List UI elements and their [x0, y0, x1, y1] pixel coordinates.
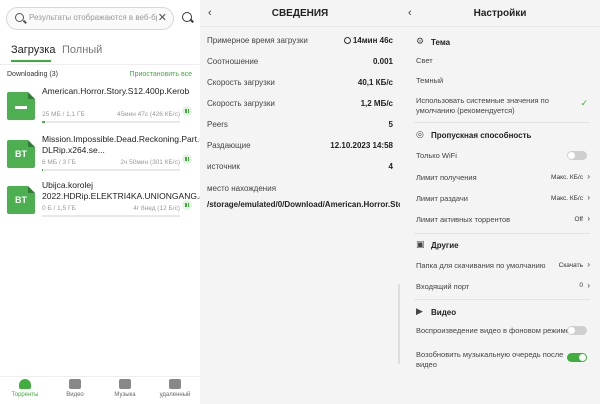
search-icon — [15, 13, 24, 22]
section-theme-title: Тема — [431, 38, 451, 47]
receive-limit-value[interactable]: Макс. КБ/с — [551, 174, 583, 181]
clock-icon — [343, 37, 351, 44]
details-panel: ‹ СВЕДЕНИЯ Примерное время загрузки 14ми… — [200, 0, 400, 404]
remote-icon — [169, 379, 181, 389]
divider — [414, 122, 590, 123]
torrent-rate: 4г 8нед (12 Б/с) — [133, 205, 180, 212]
torrent-size: 6 МБ / 3 ГБ — [42, 159, 76, 166]
chevron-right-icon[interactable]: › — [587, 214, 590, 223]
download-folder-label[interactable]: Папка для скачивания по умолчанию — [416, 261, 545, 270]
page-title: Настройки — [473, 8, 527, 19]
progress-fill — [42, 121, 45, 123]
chevron-right-icon[interactable]: › — [587, 193, 590, 202]
bandwidth-icon: ◎ — [416, 129, 424, 139]
search-field[interactable]: Результаты отображаются в веб-браузере ✕ — [6, 7, 174, 30]
active-tab-indicator — [11, 60, 51, 62]
nav-video[interactable]: Видео — [50, 379, 100, 398]
pause-icon[interactable] — [182, 154, 192, 164]
incoming-port-label[interactable]: Входящий порт — [416, 282, 469, 291]
torrent-name: Mission.Impossible.Dead.Reckoning.Part.O… — [42, 134, 200, 155]
detail-row: Соотношение 0.001 — [207, 57, 393, 66]
upload-limit-value[interactable]: Макс. КБ/с — [551, 195, 583, 202]
chevron-right-icon[interactable]: › — [587, 172, 590, 181]
background-video-toggle[interactable] — [567, 326, 587, 335]
progress-bar — [42, 215, 180, 217]
tab-complete[interactable]: Полный — [62, 44, 102, 56]
gear-icon: ⚙ — [416, 36, 425, 46]
receive-limit-label[interactable]: Лимит получения — [416, 173, 477, 182]
pause-icon[interactable] — [182, 200, 192, 210]
tab-download[interactable]: Загрузка — [11, 44, 55, 56]
progress-bar — [42, 121, 180, 123]
nav-remote[interactable]: удаленный — [150, 379, 200, 398]
nav-torrents[interactable]: Торренты — [0, 379, 50, 398]
detail-row: Скорость загрузки 1,2 МБ/с — [207, 99, 393, 108]
torrent-item[interactable]: BT Mission.Impossible.Dead.Reckoning.Par… — [0, 134, 200, 180]
progress-bar — [42, 169, 180, 171]
music-icon — [119, 379, 131, 389]
check-icon: ✓ — [580, 98, 588, 108]
divider — [414, 299, 590, 300]
torrent-name: American.Horror.Story.S12.400p.Kerob — [42, 86, 190, 96]
detail-row: источник 4 — [207, 162, 393, 171]
detail-row: Peers 5 — [207, 120, 393, 129]
divider — [400, 26, 600, 27]
chevron-right-icon[interactable]: › — [587, 260, 590, 269]
video-icon — [69, 379, 81, 389]
file-icon — [7, 92, 35, 120]
video-play-icon: ▶ — [416, 306, 423, 316]
divider — [414, 233, 590, 234]
settings-panel: ‹ Настройки ⚙ Тема Свет Темный Использов… — [400, 0, 600, 404]
search-input[interactable]: Результаты отображаются в веб-браузере — [29, 13, 157, 22]
section-video-title: Видео — [431, 308, 457, 317]
search-button-icon[interactable] — [182, 12, 192, 22]
divider — [0, 64, 200, 65]
theme-dark-option[interactable]: Темный — [416, 76, 443, 85]
chevron-right-icon[interactable]: › — [587, 281, 590, 290]
background-video-label: Воспроизведение видео в фоновом режиме — [416, 326, 570, 335]
upload-limit-label[interactable]: Лимит раздачи — [416, 194, 468, 203]
torrent-cloud-icon — [19, 379, 31, 389]
active-limit-label[interactable]: Лимит активных торрентов — [416, 215, 510, 224]
resume-music-toggle[interactable] — [567, 353, 587, 362]
torrent-item[interactable]: BT Ubijca.korolej 2022.HDRip.ELEKTRI4KA.… — [0, 180, 200, 226]
pause-icon[interactable] — [182, 106, 192, 116]
torrent-size: 25 МБ / 1,1 ГБ — [42, 111, 85, 118]
progress-fill — [42, 169, 44, 171]
torrent-name: Ubijca.korolej 2022.HDRip.ELEKTRI4KA.UNI… — [42, 180, 200, 201]
detail-row: Примерное время загрузки 14мин 46с — [207, 36, 393, 45]
resume-music-label: Возобновить музыкальную очередь после ви… — [416, 350, 564, 369]
incoming-port-value[interactable]: 0 — [579, 282, 583, 289]
theme-light-option[interactable]: Свет — [416, 56, 433, 65]
bt-icon: BT — [7, 186, 35, 214]
pause-all-button[interactable]: Приостановить все — [130, 71, 192, 78]
download-folder-value[interactable]: Скачать — [559, 262, 583, 269]
torrent-size: 0 Б / 1,5 ГБ — [42, 205, 76, 212]
other-icon: ▣ — [416, 239, 425, 249]
torrent-item[interactable]: American.Horror.Story.S12.400p.Kerob 25 … — [0, 86, 200, 132]
page-title: СВЕДЕНИЯ — [271, 8, 329, 19]
detail-row: место нахождения — [207, 184, 277, 193]
section-other-title: Другие — [431, 241, 459, 250]
section-label: Downloading (3) — [7, 71, 58, 78]
section-bandwidth-title: Пропускная способность — [431, 131, 532, 140]
torrent-rate: 45мин 47с (426 КБ/с) — [116, 111, 180, 118]
bt-icon: BT — [7, 140, 35, 168]
bottom-navigation: Торренты Видео Музыка удаленный — [0, 376, 200, 404]
location-path: /storage/emulated/0/Download/American.Ho… — [207, 200, 400, 209]
downloads-panel: Результаты отображаются в веб-браузере ✕… — [0, 0, 200, 404]
nav-music[interactable]: Музыка — [100, 379, 150, 398]
detail-row: Скорость загрузки 40,1 КБ/с — [207, 78, 393, 87]
theme-system-option[interactable]: Использовать системные значения по умолч… — [416, 96, 566, 116]
detail-row: Раздающие 12.10.2023 14:58 — [207, 141, 393, 150]
divider — [200, 26, 400, 27]
wifi-only-label: Только WiFi — [416, 151, 457, 160]
torrent-rate: 2ч 50мин (301 КБ/с) — [120, 159, 180, 166]
wifi-only-toggle[interactable] — [567, 151, 587, 160]
clear-icon[interactable]: ✕ — [158, 11, 167, 24]
active-limit-value[interactable]: Off — [574, 216, 583, 223]
